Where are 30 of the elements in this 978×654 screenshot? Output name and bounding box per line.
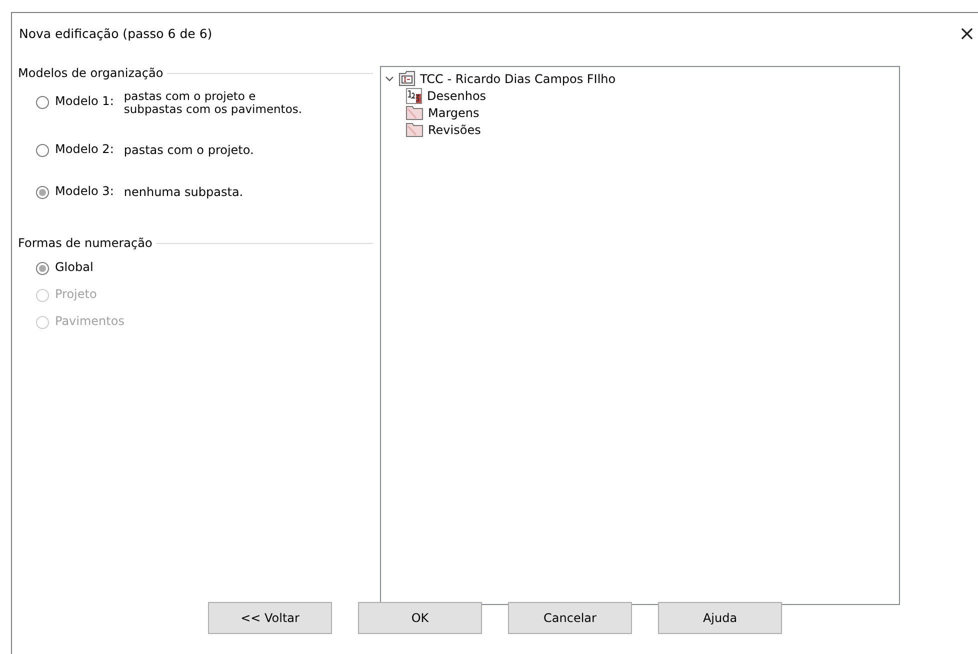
close-button[interactable]: ×: [955, 23, 978, 43]
collapse-caret-icon[interactable]: [385, 74, 394, 83]
option-description: nenhuma subpasta.: [124, 184, 244, 200]
radio-button[interactable]: [36, 186, 49, 199]
radio-label: Global: [55, 260, 94, 274]
tree-item[interactable]: Revisões: [428, 122, 481, 136]
group-title: Modelos de organização: [18, 66, 164, 80]
folder-icon: [406, 105, 423, 120]
dialog-button[interactable]: Ajuda: [658, 602, 782, 634]
structure-icon: [399, 71, 415, 86]
folder-icon: [406, 122, 423, 137]
radio-label: Pavimentos: [55, 314, 124, 328]
radio-button[interactable]: [36, 96, 49, 109]
option-description: pastas com o projeto e subpastas com os pavimentos.: [124, 90, 304, 116]
dialog-button[interactable]: << Voltar: [208, 602, 332, 634]
tree-item[interactable]: TCC - Ricardo Dias Campos FIlho: [420, 72, 616, 86]
radio-label: Modelo 1:: [55, 94, 114, 108]
radio-label: Modelo 3:: [55, 184, 114, 198]
dialog-button[interactable]: Cancelar: [508, 602, 632, 634]
dialog-button[interactable]: OK: [358, 602, 482, 634]
radio-label: Modelo 2:: [55, 142, 114, 156]
radio-label: Projeto: [55, 287, 97, 301]
radio-button[interactable]: [36, 262, 49, 275]
radio-button[interactable]: [36, 144, 49, 157]
group-title: Formas de numeração: [18, 236, 152, 250]
tree-item[interactable]: Desenhos: [427, 88, 486, 102]
tree-item[interactable]: Margens: [428, 106, 480, 120]
window-title: Nova edificação (passo 6 de 6): [19, 26, 212, 40]
option-description: pastas com o projeto.: [124, 142, 254, 158]
numbers-icon: [406, 88, 422, 104]
